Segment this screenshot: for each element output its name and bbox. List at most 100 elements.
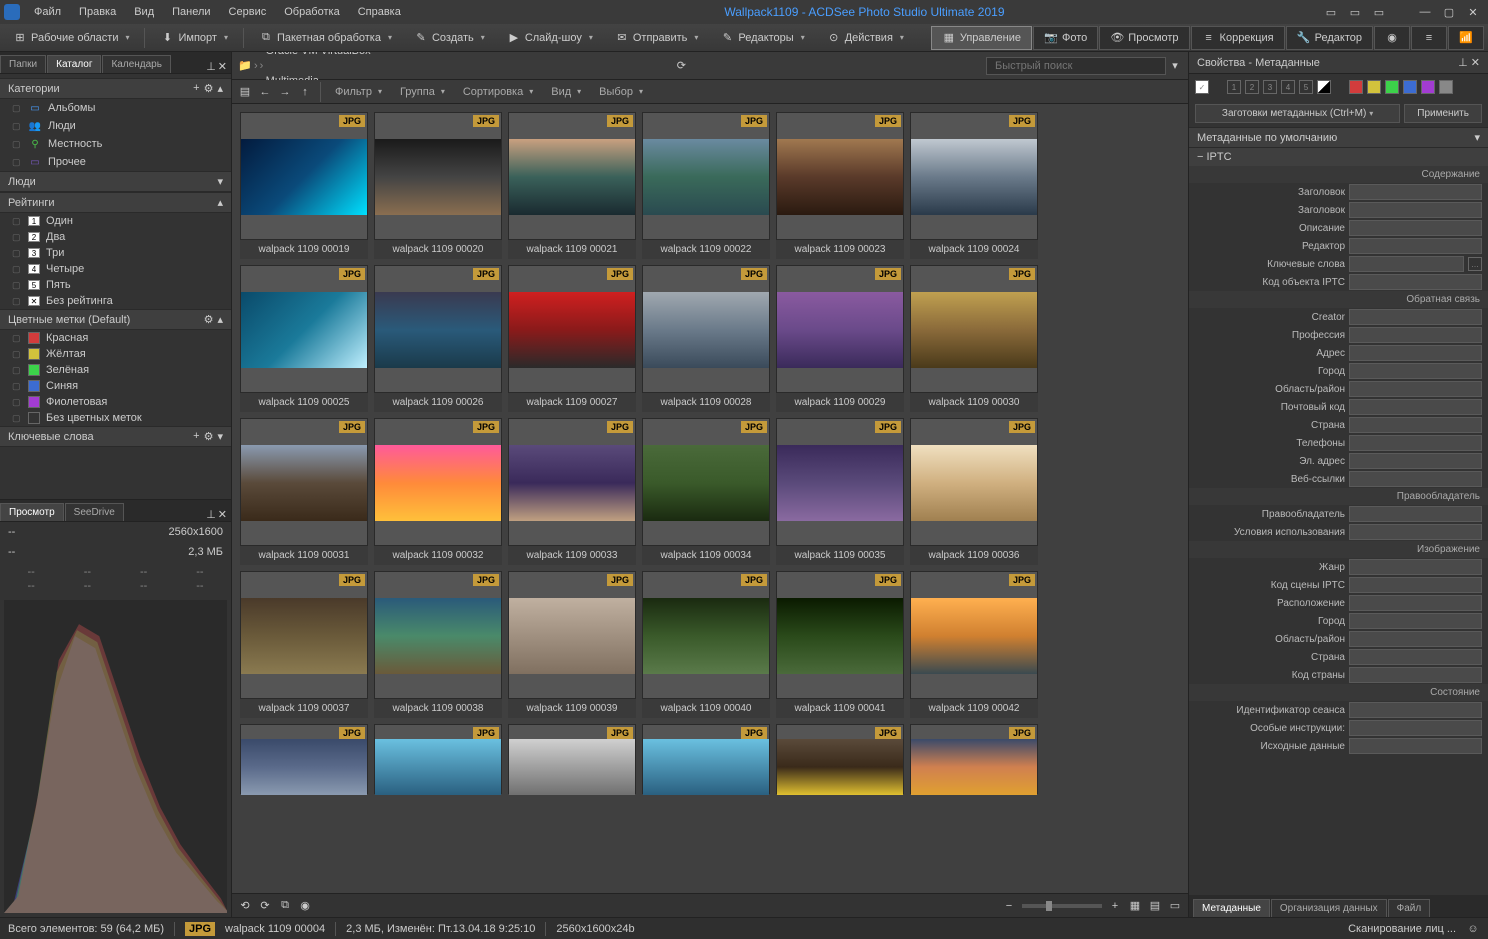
color-label-item[interactable]: Жёлтая [0, 346, 231, 362]
collapse-icon[interactable]: ▴ [217, 313, 223, 326]
tab-file[interactable]: Файл [1388, 899, 1431, 917]
collapse-icon[interactable]: ▴ [217, 196, 223, 209]
search-input[interactable] [986, 57, 1166, 75]
rating-item[interactable]: 3Три [0, 245, 231, 261]
thumbnail[interactable]: JPGwalpack 1109 00032 [374, 418, 502, 565]
menu-panels[interactable]: Панели [164, 3, 218, 21]
thumbnail[interactable]: JPGwalpack 1109 00047 [776, 724, 904, 794]
color-purple[interactable] [1421, 80, 1435, 94]
menu-process[interactable]: Обработка [276, 3, 347, 21]
tab-metadata[interactable]: Метаданные [1193, 899, 1270, 917]
color-label-item[interactable]: Красная [0, 330, 231, 346]
thumbnail[interactable]: JPGwalpack 1109 00028 [642, 265, 770, 412]
add-icon[interactable]: + [193, 430, 199, 443]
rating-5[interactable]: 5 [1299, 80, 1313, 94]
select-dropdown[interactable]: Выбор [593, 84, 649, 100]
iptc-input[interactable] [1349, 649, 1482, 665]
details-icon[interactable]: ▤ [1148, 899, 1162, 913]
layout-icon[interactable]: ▭ [1320, 3, 1342, 21]
record-icon[interactable]: ◉ [298, 899, 312, 913]
compare-icon[interactable]: ⧉ [278, 899, 292, 913]
thumbnail[interactable]: JPGwalpack 1109 00037 [240, 571, 368, 718]
iptc-input[interactable] [1349, 399, 1482, 415]
thumbnail[interactable]: JPGwalpack 1109 00022 [642, 112, 770, 259]
cat-albums[interactable]: ▭Альбомы [0, 99, 231, 117]
refresh-icon[interactable]: ⟳ [674, 59, 688, 73]
mode-view[interactable]: 👁Просмотр [1099, 26, 1189, 50]
thumbnail[interactable]: JPGwalpack 1109 00029 [776, 265, 904, 412]
menu-tools[interactable]: Сервис [221, 3, 275, 21]
zoom-in-icon[interactable]: + [1108, 899, 1122, 913]
batch-button[interactable]: ⧉Пакетная обработка [250, 27, 401, 49]
thumbnail[interactable]: JPGwalpack 1109 00030 [910, 265, 1038, 412]
rating-item[interactable]: 1Один [0, 213, 231, 229]
iptc-input[interactable] [1349, 363, 1482, 379]
section-people[interactable]: Люди▾ [0, 171, 231, 192]
close-icon[interactable]: ✕ [218, 508, 227, 521]
face-scan-icon[interactable]: ☺ [1466, 922, 1480, 936]
iptc-input[interactable] [1349, 667, 1482, 683]
tab-organize[interactable]: Организация данных [1271, 899, 1387, 917]
send-button[interactable]: ✉Отправить [606, 27, 708, 49]
editors-button[interactable]: ✎Редакторы [711, 27, 813, 49]
iptc-input[interactable] [1349, 309, 1482, 325]
iptc-input[interactable] [1349, 417, 1482, 433]
thumbnail[interactable]: JPGwalpack 1109 00042 [910, 571, 1038, 718]
thumbnail[interactable]: JPGwalpack 1109 00021 [508, 112, 636, 259]
expand-icon[interactable]: ▾ [217, 430, 223, 443]
metadata-default-dropdown[interactable]: Метаданные по умолчанию▾ [1189, 127, 1488, 147]
folder-icon[interactable]: 📁 [238, 59, 252, 73]
rating-item[interactable]: 5Пять [0, 277, 231, 293]
nav-back-icon[interactable]: ← [258, 85, 272, 99]
close-icon[interactable]: ✕ [218, 60, 227, 73]
thumbnail[interactable]: JPGwalpack 1109 00027 [508, 265, 636, 412]
thumbnail[interactable]: JPGwalpack 1109 00019 [240, 112, 368, 259]
iptc-input[interactable] [1349, 577, 1482, 593]
iptc-input[interactable] [1349, 720, 1482, 736]
iptc-input[interactable] [1349, 345, 1482, 361]
iptc-input[interactable] [1349, 559, 1482, 575]
iptc-input[interactable] [1349, 184, 1482, 200]
mode-extra[interactable]: ≡ [1411, 26, 1447, 50]
section-color-labels[interactable]: Цветные метки (Default)⚙▴ [0, 309, 231, 330]
section-categories[interactable]: Категории+⚙▴ [0, 78, 231, 99]
rating-item[interactable]: 4Четыре [0, 261, 231, 277]
gear-icon[interactable]: ⚙ [204, 82, 214, 95]
thumbnail[interactable]: JPGwalpack 1109 00031 [240, 418, 368, 565]
iptc-input[interactable] [1349, 381, 1482, 397]
pin-icon[interactable]: ⊥ [206, 508, 216, 521]
iptc-input[interactable] [1349, 738, 1482, 754]
thumbnail[interactable]: JPGwalpack 1109 00041 [776, 571, 904, 718]
thumbnail[interactable]: JPGwalpack 1109 00025 [240, 265, 368, 412]
iptc-input[interactable] [1349, 506, 1482, 522]
iptc-input[interactable] [1349, 702, 1482, 718]
iptc-input[interactable] [1349, 435, 1482, 451]
add-icon[interactable]: + [193, 82, 199, 95]
color-yellow[interactable] [1367, 80, 1381, 94]
tab-folders[interactable]: Папки [0, 55, 46, 73]
layout-icon[interactable]: ▭ [1344, 3, 1366, 21]
zoom-slider[interactable] [1022, 904, 1102, 908]
metadata-preset-dropdown[interactable]: Заготовки метаданных (Ctrl+M) [1195, 104, 1400, 123]
pin-icon[interactable]: ⊥ [206, 60, 216, 73]
zoom-out-icon[interactable]: − [1002, 899, 1016, 913]
thumbnail[interactable]: JPGwalpack 1109 00035 [776, 418, 904, 565]
actions-button[interactable]: ⊙Действия [818, 27, 913, 49]
close-button[interactable]: ✕ [1462, 3, 1484, 21]
iptc-input[interactable] [1349, 327, 1482, 343]
close-icon[interactable]: ✕ [1471, 56, 1480, 69]
thumbnail[interactable]: JPGwalpack 1109 00026 [374, 265, 502, 412]
iptc-input[interactable] [1349, 631, 1482, 647]
thumbnail[interactable]: JPGwalpack 1109 00045 [508, 724, 636, 794]
cat-other[interactable]: ▭Прочее [0, 153, 231, 171]
maximize-button[interactable]: ▢ [1438, 3, 1460, 21]
thumbnail[interactable]: JPGwalpack 1109 00034 [642, 418, 770, 565]
tab-catalog[interactable]: Каталог [47, 55, 101, 73]
thumbnail[interactable]: JPGwalpack 1109 00040 [642, 571, 770, 718]
iptc-input[interactable] [1349, 595, 1482, 611]
filter-dropdown[interactable]: Фильтр [329, 84, 388, 100]
thumbnail[interactable]: JPGwalpack 1109 00044 [374, 724, 502, 794]
iptc-input[interactable] [1349, 238, 1482, 254]
rotate-right-icon[interactable]: ⟳ [258, 899, 272, 913]
menu-edit[interactable]: Правка [71, 3, 124, 21]
